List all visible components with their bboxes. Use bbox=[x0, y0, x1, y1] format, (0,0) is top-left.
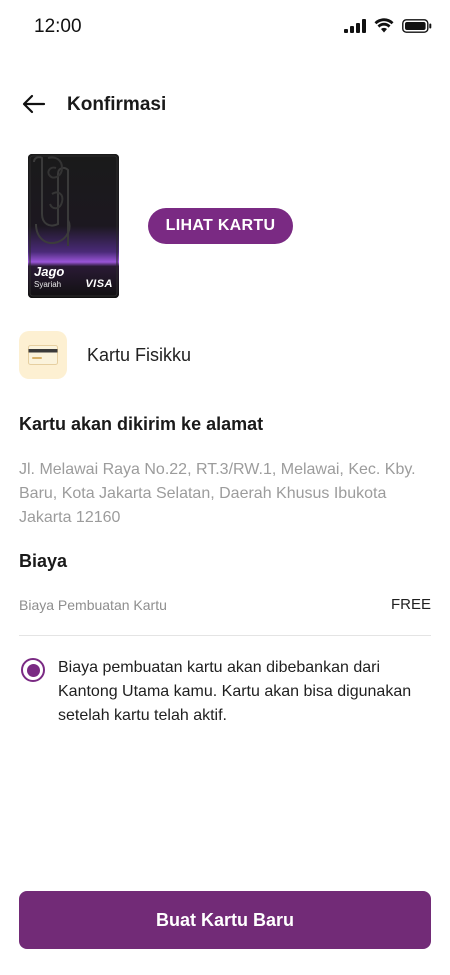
card-type-label: Kartu Fisikku bbox=[87, 344, 192, 365]
credit-card-icon bbox=[19, 331, 67, 379]
status-time: 12:00 bbox=[34, 16, 82, 37]
battery-icon bbox=[402, 18, 432, 38]
card-preview: Jago Syariah VISA bbox=[28, 154, 119, 298]
fee-label: Biaya Pembuatan Kartu bbox=[19, 596, 167, 613]
wifi-icon bbox=[374, 18, 394, 38]
back-button[interactable] bbox=[18, 90, 50, 122]
radio-selected-dot bbox=[26, 663, 40, 677]
visa-logo: VISA bbox=[85, 278, 113, 290]
status-bar: 12:00 bbox=[0, 0, 450, 54]
signal-icon bbox=[344, 18, 366, 38]
status-icons bbox=[344, 18, 432, 38]
notice-text: Biaya pembuatan kartu akan dibebankan da… bbox=[58, 659, 412, 724]
view-card-button[interactable]: LIHAT KARTU bbox=[148, 208, 293, 244]
card-type-row: Kartu Fisikku bbox=[19, 330, 191, 380]
fee-value: FREE bbox=[390, 596, 431, 613]
create-card-button[interactable]: Buat Kartu Baru bbox=[19, 891, 431, 949]
fee-section-title: Biaya bbox=[19, 551, 68, 571]
card-brand: Jago bbox=[34, 264, 65, 279]
divider bbox=[19, 635, 431, 636]
agreement-radio[interactable] bbox=[21, 658, 45, 682]
delivery-address: Jl. Melawai Raya No.22, RT.3/RW.1, Melaw… bbox=[19, 461, 416, 526]
address-section-title: Kartu akan dikirim ke alamat bbox=[19, 414, 264, 434]
card-sub-brand: Syariah bbox=[34, 280, 62, 289]
page-title: Konfirmasi bbox=[67, 94, 167, 115]
arrow-left-icon bbox=[22, 94, 46, 119]
header: Konfirmasi bbox=[0, 84, 450, 128]
fee-row: Biaya Pembuatan Kartu FREE bbox=[19, 596, 431, 613]
